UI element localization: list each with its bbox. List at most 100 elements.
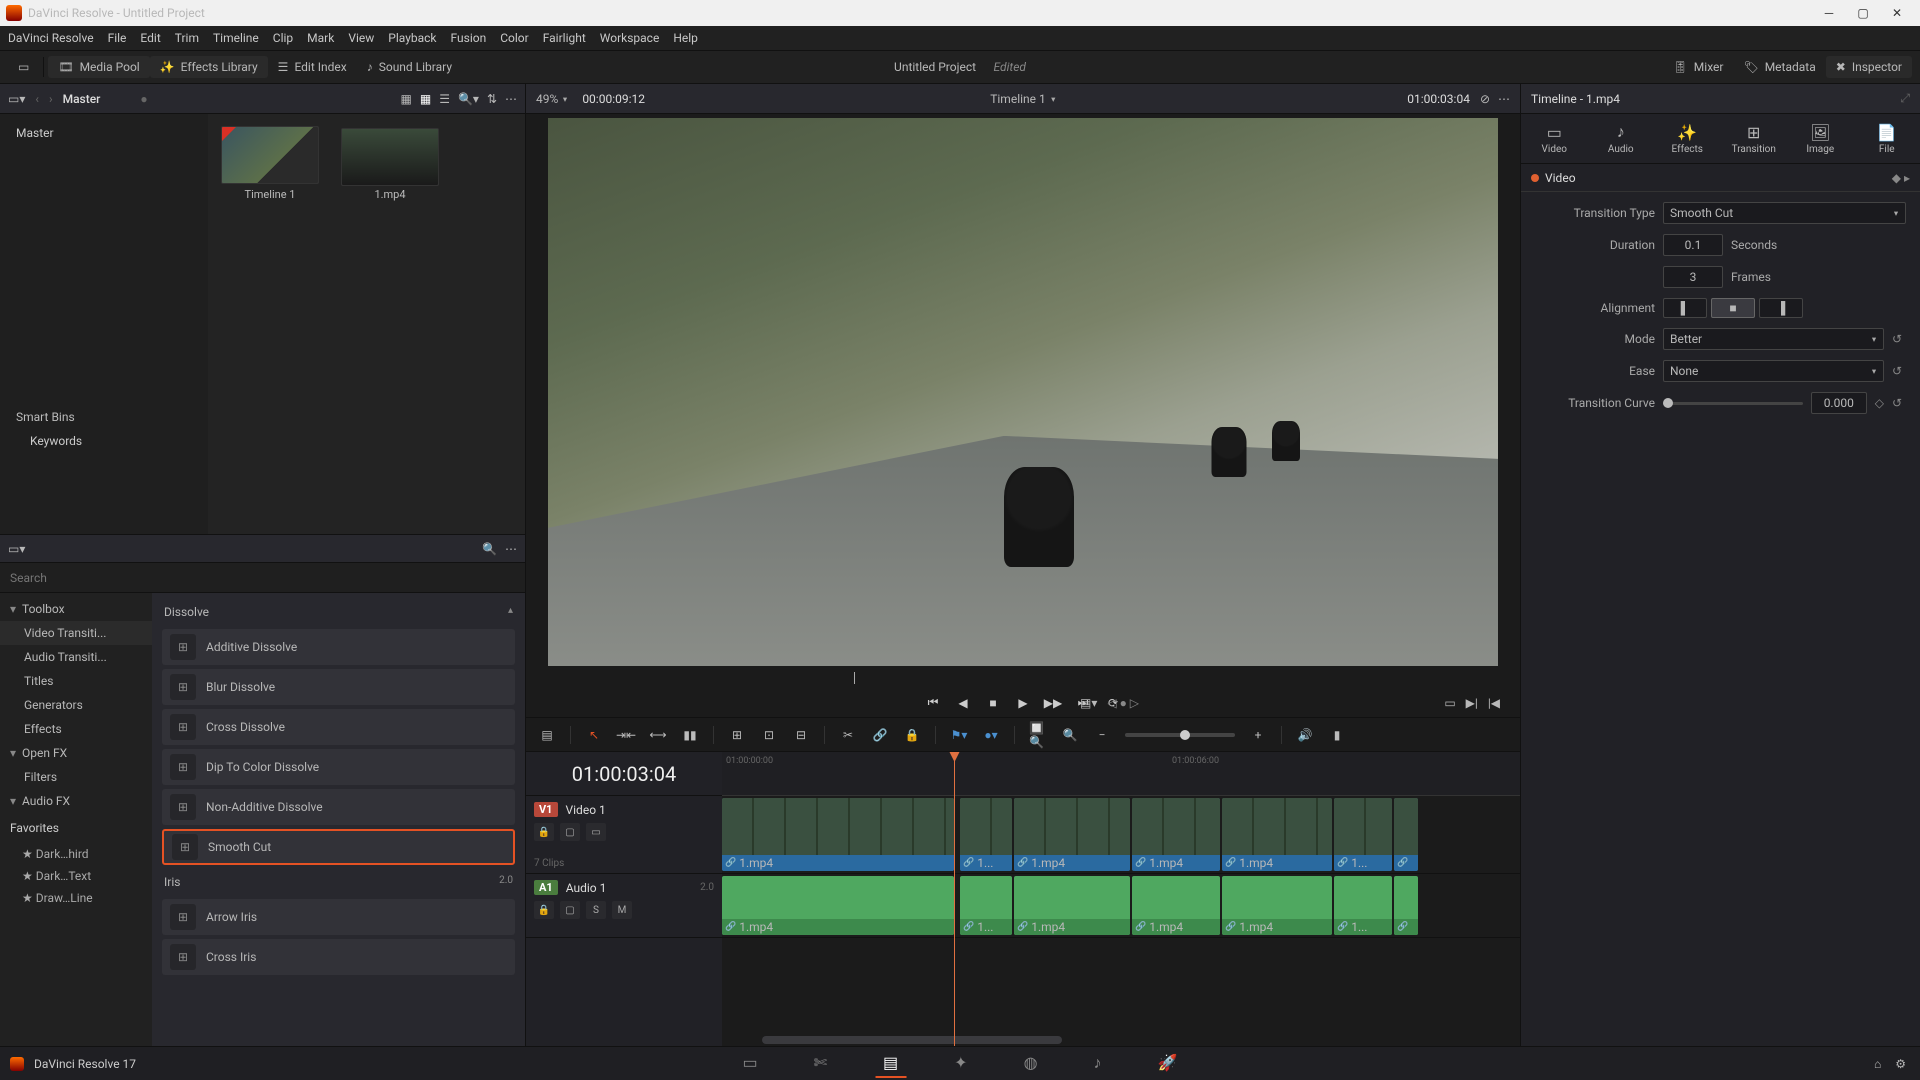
media-thumb-timeline[interactable]: Timeline 1 bbox=[220, 126, 320, 522]
fx-tree-audio-transiti-[interactable]: Audio Transiti... bbox=[0, 645, 152, 669]
lock-icon[interactable]: 🔒 bbox=[903, 726, 921, 744]
menu-edit[interactable]: Edit bbox=[140, 31, 160, 45]
audio-clip[interactable]: 🔗1.mp4 bbox=[1132, 876, 1220, 935]
menu-workspace[interactable]: Workspace bbox=[600, 31, 660, 45]
inspector-expand-icon[interactable]: ⤢ bbox=[1900, 91, 1910, 106]
timeline-dropdown-icon[interactable]: ▾ bbox=[1051, 94, 1055, 104]
reset-icon[interactable]: ↺ bbox=[1892, 332, 1906, 346]
menu-davinci-resolve[interactable]: DaVinci Resolve bbox=[8, 31, 94, 45]
fx-item-non-additive-dissolve[interactable]: ⊞Non-Additive Dissolve bbox=[162, 789, 515, 825]
timeline-name[interactable]: Timeline 1 bbox=[990, 92, 1046, 106]
audio-icon[interactable]: 🔊 bbox=[1296, 726, 1314, 744]
timeline-body[interactable]: 01:00:00:00 01:00:06:00 🔗1.mp4🔗1...🔗1.mp… bbox=[722, 752, 1520, 1046]
nav-fwd-icon[interactable]: › bbox=[49, 92, 53, 106]
trim-tool-icon[interactable]: ⇥⇤ bbox=[617, 726, 635, 744]
transition-curve-slider[interactable] bbox=[1663, 402, 1803, 405]
menu-help[interactable]: Help bbox=[673, 31, 698, 45]
fx-category-iris[interactable]: Iris2.0 bbox=[162, 869, 515, 895]
source-timecode[interactable]: 00:00:09:12 bbox=[582, 92, 645, 106]
audio-clip[interactable]: 🔗1.mp4 bbox=[1222, 876, 1332, 935]
single-viewer-icon[interactable]: ▭ bbox=[1444, 696, 1455, 710]
fx-item-arrow-iris[interactable]: ⊞Arrow Iris bbox=[162, 899, 515, 935]
alignment-center-button[interactable]: ■ bbox=[1711, 298, 1755, 318]
replace-icon[interactable]: ⊟ bbox=[792, 726, 810, 744]
page-color[interactable]: ◍ bbox=[1016, 1049, 1046, 1078]
window-close-button[interactable]: ✕ bbox=[1880, 2, 1914, 24]
smart-bin-keywords[interactable]: Keywords bbox=[10, 430, 198, 452]
flag-icon[interactable]: ⚑▾ bbox=[950, 726, 968, 744]
stop-button[interactable]: ■ bbox=[982, 692, 1004, 714]
track-mute-icon[interactable]: M bbox=[612, 901, 632, 919]
selection-tool-icon[interactable]: ↖ bbox=[585, 726, 603, 744]
fx-tree-effects[interactable]: Effects bbox=[0, 717, 152, 741]
record-timecode[interactable]: 01:00:03:04 bbox=[1407, 92, 1470, 106]
audio-clip[interactable]: 🔗1... bbox=[1334, 876, 1392, 935]
edit-index-toggle[interactable]: ☰Edit Index bbox=[268, 56, 357, 78]
inspector-tab-audio[interactable]: ♪Audio bbox=[1588, 114, 1655, 163]
in-mark-icon[interactable]: ◁ ● ▷ bbox=[1107, 696, 1139, 710]
duration-seconds-input[interactable]: 0.1 bbox=[1663, 234, 1723, 256]
ease-select[interactable]: None▾ bbox=[1663, 360, 1884, 382]
keyframe-controls-icon[interactable]: ◆ ▸ bbox=[1892, 171, 1910, 185]
viewer-zoom[interactable]: 49%▾ bbox=[536, 92, 568, 106]
inspector-tab-effects[interactable]: ✨Effects bbox=[1654, 114, 1721, 163]
razor-icon[interactable]: ✂ bbox=[839, 726, 857, 744]
blade-tool-icon[interactable]: ▮▮ bbox=[681, 726, 699, 744]
transition-type-select[interactable]: Smooth Cut▾ bbox=[1663, 202, 1906, 224]
layout-preset-button[interactable]: ▭ bbox=[8, 56, 39, 78]
timeline-view-icon[interactable]: ▤ bbox=[538, 726, 556, 744]
favorite-item[interactable]: ★ Dark…Text bbox=[0, 865, 152, 887]
bypass-icon[interactable]: ⊘ bbox=[1480, 92, 1490, 106]
fx-item-smooth-cut[interactable]: ⊞Smooth Cut bbox=[162, 829, 515, 865]
section-enable-dot[interactable] bbox=[1531, 174, 1539, 182]
timeline-timecode[interactable]: 01:00:03:04 bbox=[526, 752, 722, 796]
fx-item-cross-iris[interactable]: ⊞Cross Iris bbox=[162, 939, 515, 975]
video-clip[interactable]: 🔗1.mp4 bbox=[1222, 798, 1332, 871]
audio-track-row[interactable]: 🔗1.mp4🔗1...🔗1.mp4🔗1.mp4🔗1.mp4🔗1...🔗 bbox=[722, 874, 1520, 938]
zoom-in-icon[interactable]: + bbox=[1249, 726, 1267, 744]
play-button[interactable]: ▶ bbox=[1012, 692, 1034, 714]
menu-timeline[interactable]: Timeline bbox=[213, 31, 259, 45]
view-list-icon[interactable]: ☰ bbox=[439, 92, 450, 106]
effects-search[interactable] bbox=[0, 563, 525, 593]
detail-zoom-icon[interactable]: 🔍 bbox=[1061, 726, 1079, 744]
menu-color[interactable]: Color bbox=[500, 31, 528, 45]
fx-item-blur-dissolve[interactable]: ⊞Blur Dissolve bbox=[162, 669, 515, 705]
track-disable-icon[interactable]: ▭ bbox=[586, 823, 606, 841]
menu-trim[interactable]: Trim bbox=[175, 31, 199, 45]
page-fairlight[interactable]: ♪ bbox=[1086, 1049, 1110, 1078]
link-icon[interactable]: 🔗 bbox=[871, 726, 889, 744]
video-track-badge[interactable]: V1 bbox=[534, 802, 558, 817]
favorite-item[interactable]: ★ Dark…hird bbox=[0, 843, 152, 865]
jog-bar[interactable] bbox=[526, 670, 1520, 688]
menu-mark[interactable]: Mark bbox=[307, 31, 334, 45]
effects-view-icon[interactable]: ▭▾ bbox=[8, 542, 25, 556]
page-edit[interactable]: ▤ bbox=[875, 1049, 906, 1078]
overwrite-icon[interactable]: ⊡ bbox=[760, 726, 778, 744]
page-cut[interactable]: ✄ bbox=[806, 1049, 835, 1078]
menu-file[interactable]: File bbox=[108, 31, 127, 45]
home-icon[interactable]: ⌂ bbox=[1874, 1057, 1881, 1071]
audio-clip[interactable]: 🔗 bbox=[1394, 876, 1418, 935]
video-track-header[interactable]: V1 Video 1 🔒 ▢ ▭ 7 Clips bbox=[526, 796, 722, 874]
keyframe-diamond-icon[interactable]: ◇ bbox=[1875, 396, 1884, 410]
fx-tree-titles[interactable]: Titles bbox=[0, 669, 152, 693]
bin-master[interactable]: Master bbox=[10, 122, 198, 144]
menu-clip[interactable]: Clip bbox=[273, 31, 293, 45]
audio-meter-icon[interactable]: ▮ bbox=[1328, 726, 1346, 744]
inspector-tab-image[interactable]: 🖼Image bbox=[1787, 114, 1854, 163]
fx-tree-open-fx[interactable]: ▾Open FX bbox=[0, 741, 152, 765]
video-clip[interactable]: 🔗1... bbox=[1334, 798, 1392, 871]
search-icon[interactable]: 🔍▾ bbox=[458, 92, 479, 106]
fx-tree-video-transiti-[interactable]: Video Transiti... bbox=[0, 621, 152, 645]
step-fwd-button[interactable]: ▶▶ bbox=[1042, 692, 1064, 714]
view-metadata-icon[interactable]: ▦ bbox=[401, 92, 412, 106]
track-auto-select-icon[interactable]: ▢ bbox=[560, 823, 580, 841]
reset-icon[interactable]: ↺ bbox=[1892, 396, 1906, 410]
match-frame-icon[interactable]: ▤▾ bbox=[1080, 696, 1097, 710]
fx-tree-audio-fx[interactable]: ▾Audio FX bbox=[0, 789, 152, 813]
duration-frames-input[interactable]: 3 bbox=[1663, 266, 1723, 288]
go-first-button[interactable]: ⏮ bbox=[922, 692, 944, 714]
page-fusion[interactable]: ✦ bbox=[946, 1049, 975, 1078]
fx-item-additive-dissolve[interactable]: ⊞Additive Dissolve bbox=[162, 629, 515, 665]
